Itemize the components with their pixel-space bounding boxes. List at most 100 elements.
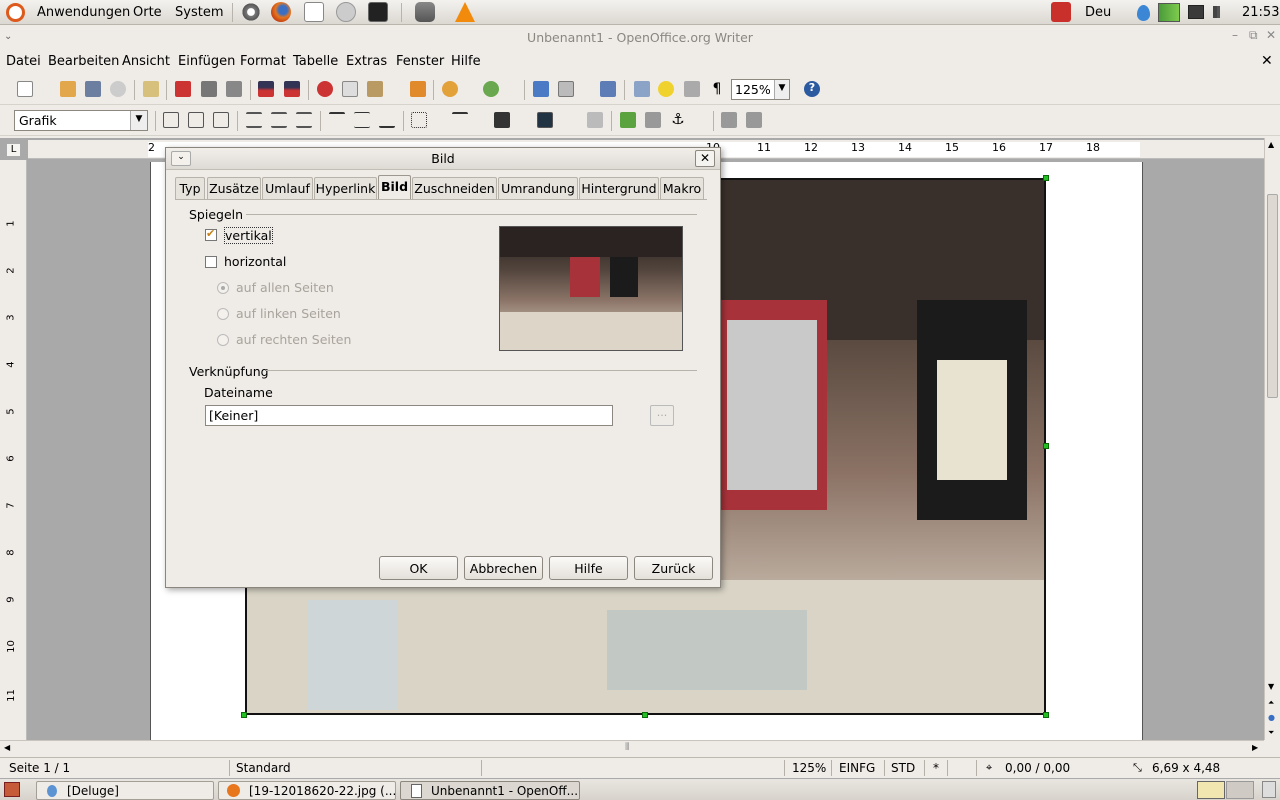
- status-zoom[interactable]: 125%: [792, 761, 826, 775]
- clock[interactable]: 21:53: [1242, 5, 1279, 20]
- horizontal-scrollbar[interactable]: ◀ ⦀ ▶: [0, 740, 1264, 756]
- tab-hyperlink[interactable]: Hyperlink: [314, 177, 377, 199]
- print-icon[interactable]: [201, 81, 217, 97]
- status-modified[interactable]: *: [933, 761, 939, 775]
- selection-handle[interactable]: [1043, 712, 1049, 718]
- minimize-button[interactable]: –: [1232, 28, 1238, 42]
- taskbar-item-writer[interactable]: Unbenannt1 - OpenOff...: [400, 781, 580, 800]
- undo-icon[interactable]: [442, 81, 458, 97]
- border-color-icon[interactable]: [494, 112, 510, 128]
- dialog-titlebar[interactable]: ⌄ Bild ✕: [166, 148, 720, 170]
- tab-typ[interactable]: Typ: [175, 177, 205, 199]
- vertical-checkbox[interactable]: ✔: [205, 227, 217, 241]
- align-bottom-icon[interactable]: [379, 112, 395, 128]
- status-page[interactable]: Seite 1 / 1: [9, 761, 70, 775]
- ubuntu-logo-icon[interactable]: [6, 3, 25, 22]
- navigator-icon[interactable]: [658, 81, 674, 97]
- horizontal-label[interactable]: horizontal: [224, 254, 286, 269]
- menu-applications[interactable]: Anwendungen: [37, 5, 130, 20]
- radio-right-pages[interactable]: [217, 334, 229, 346]
- taskbar-item-deluge[interactable]: [Deluge]: [36, 781, 214, 800]
- align-vcenter-icon[interactable]: [354, 112, 370, 128]
- scroll-thumb[interactable]: [1267, 194, 1278, 398]
- format-paintbrush-icon[interactable]: [410, 81, 426, 97]
- selection-handle[interactable]: [241, 712, 247, 718]
- workspace-switcher-1[interactable]: [1197, 781, 1225, 799]
- menu-ansicht[interactable]: Ansicht: [122, 54, 170, 69]
- close-window-button[interactable]: ✕: [1266, 28, 1276, 42]
- tab-bild[interactable]: Bild: [378, 175, 411, 200]
- anchor-icon[interactable]: ⚓: [670, 110, 686, 128]
- vertical-scrollbar[interactable]: ▲ ▼ ⏶ ● ⏷: [1264, 138, 1280, 740]
- frame-properties-icon[interactable]: [587, 112, 603, 128]
- scroll-down-icon[interactable]: ▼: [1268, 682, 1274, 691]
- save-icon[interactable]: [85, 81, 101, 97]
- open-icon[interactable]: [60, 81, 76, 97]
- terminal-launcher-icon[interactable]: [368, 2, 388, 22]
- cut-icon[interactable]: [317, 81, 333, 97]
- settings-launcher-icon[interactable]: [241, 2, 261, 22]
- cancel-button[interactable]: Abbrechen: [464, 556, 543, 580]
- text-editor-launcher-icon[interactable]: [304, 2, 324, 22]
- align-center-icon[interactable]: [271, 112, 287, 128]
- formatting-marks-icon[interactable]: ¶: [709, 81, 725, 97]
- link-frames-icon[interactable]: [721, 112, 737, 128]
- maximize-button[interactable]: ⧉: [1249, 28, 1258, 43]
- scroll-right-icon[interactable]: ▶: [1252, 743, 1258, 752]
- show-desktop-icon[interactable]: [4, 782, 20, 797]
- style-dropdown-icon[interactable]: ▼: [130, 111, 147, 130]
- status-selection-mode[interactable]: STD: [891, 761, 915, 775]
- radio-all-pages-label[interactable]: auf allen Seiten: [236, 280, 334, 295]
- tab-makro[interactable]: Makro: [660, 177, 704, 199]
- selection-handle[interactable]: [1043, 443, 1049, 449]
- deluge-tray-icon[interactable]: [1137, 5, 1150, 21]
- vertical-ruler[interactable]: 1 2 3 4 5 6 7 8 9 10 11: [0, 160, 27, 740]
- screenshot-launcher-icon[interactable]: [415, 2, 435, 22]
- status-style[interactable]: Standard: [236, 761, 291, 775]
- trash-icon[interactable]: [1262, 781, 1276, 798]
- ok-button[interactable]: OK: [379, 556, 458, 580]
- tab-zuschneiden[interactable]: Zuschneiden: [412, 177, 497, 199]
- previous-page-icon[interactable]: ⏶: [1268, 698, 1274, 708]
- horizontal-checkbox[interactable]: [205, 256, 217, 268]
- battery-icon[interactable]: [1158, 3, 1180, 22]
- menu-hilfe[interactable]: Hilfe: [451, 54, 481, 69]
- table-icon[interactable]: [558, 81, 574, 97]
- radio-right-pages-label[interactable]: auf rechten Seiten: [236, 332, 351, 347]
- new-document-icon[interactable]: [17, 81, 33, 97]
- copy-icon[interactable]: [342, 81, 358, 97]
- menu-tabelle[interactable]: Tabelle: [293, 54, 338, 69]
- tab-hintergrund[interactable]: Hintergrund: [579, 177, 659, 199]
- close-document-icon[interactable]: ✕: [1261, 53, 1273, 69]
- browse-button[interactable]: ...: [650, 405, 674, 426]
- send-to-back-icon[interactable]: [645, 112, 661, 128]
- scroll-up-icon[interactable]: ▲: [1268, 140, 1274, 149]
- gallery-icon[interactable]: [684, 81, 700, 97]
- find-replace-icon[interactable]: [634, 81, 650, 97]
- radio-left-pages-label[interactable]: auf linken Seiten: [236, 306, 341, 321]
- wrap-off-icon[interactable]: [163, 112, 179, 128]
- background-color-icon[interactable]: [537, 112, 553, 128]
- tab-zusaetze[interactable]: Zusätze: [207, 177, 261, 199]
- keyboard-layout[interactable]: Deu: [1085, 5, 1111, 20]
- help-icon[interactable]: ?: [804, 81, 820, 97]
- align-left-icon[interactable]: [246, 112, 262, 128]
- export-pdf-icon[interactable]: [175, 81, 191, 97]
- edit-file-icon[interactable]: [143, 81, 159, 97]
- firefox-launcher-icon[interactable]: [271, 2, 291, 22]
- menu-bearbeiten[interactable]: Bearbeiten: [48, 54, 119, 69]
- menu-einfuegen[interactable]: Einfügen: [178, 54, 235, 69]
- filename-field[interactable]: [Keiner]: [205, 405, 613, 426]
- align-top-icon[interactable]: [329, 112, 345, 128]
- volume-icon[interactable]: [1213, 6, 1225, 18]
- menu-extras[interactable]: Extras: [346, 54, 387, 69]
- borders-icon[interactable]: [411, 112, 427, 128]
- scroll-grip-icon[interactable]: ⦀: [625, 742, 629, 753]
- hyperlink-icon[interactable]: [533, 81, 549, 97]
- tab-stop-type-button[interactable]: L: [6, 143, 21, 157]
- menu-fenster[interactable]: Fenster: [396, 54, 444, 69]
- bring-to-front-icon[interactable]: [620, 112, 636, 128]
- menu-system[interactable]: System: [175, 5, 223, 20]
- shutdown-icon[interactable]: [1051, 2, 1071, 22]
- radio-all-pages[interactable]: [217, 282, 229, 294]
